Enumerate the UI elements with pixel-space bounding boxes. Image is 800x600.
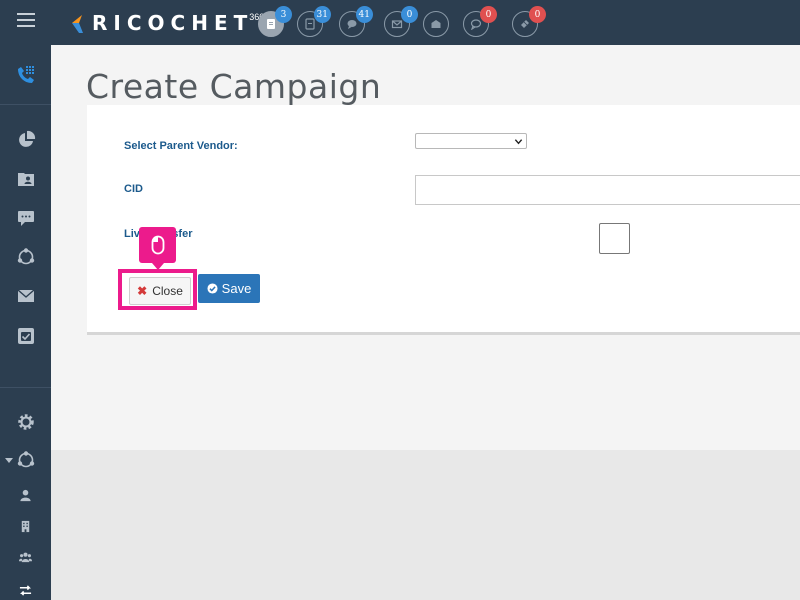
sidebar-item-tasks[interactable] <box>0 321 51 351</box>
close-button-label: Close <box>152 284 183 298</box>
phone-grid-icon <box>17 65 34 83</box>
notification-files[interactable]: 31 <box>297 6 331 37</box>
page-title: Create Campaign <box>86 67 382 106</box>
save-button-label: Save <box>221 281 252 296</box>
user-icon <box>20 489 31 501</box>
notification-mail[interactable]: 0 <box>384 6 418 37</box>
notification-badge: 3 <box>275 6 292 23</box>
pie-chart-icon <box>18 130 35 147</box>
sidebar-item-transfers[interactable] <box>0 575 51 600</box>
campaign-form-panel: Select Parent Vendor: CID Live Transfer … <box>87 105 800 335</box>
envelope-open-icon <box>431 20 441 28</box>
sidebar-item-dialer[interactable] <box>0 45 51 105</box>
ticket-icon <box>521 20 529 28</box>
notification-tickets[interactable]: 0 <box>512 6 546 37</box>
chevron-down-icon <box>514 139 523 145</box>
notification-badge: 41 <box>355 6 373 23</box>
notification-documents[interactable]: 3 <box>258 6 292 37</box>
envelope-icon <box>391 20 403 29</box>
file-icon <box>305 18 315 30</box>
parent-vendor-label: Select Parent Vendor: <box>124 140 238 152</box>
notification-badge: 0 <box>529 6 546 23</box>
click-indicator <box>139 227 176 270</box>
notification-chats[interactable]: 41 <box>339 6 373 37</box>
contacts-icon <box>17 173 34 186</box>
app-logo[interactable]: RICOCHET 360 <box>70 10 264 36</box>
notification-badge: 31 <box>313 6 331 23</box>
check-circle-icon <box>207 283 218 294</box>
sidebar-item-mail[interactable] <box>0 281 51 311</box>
menu-icon[interactable] <box>17 13 35 29</box>
cid-label: CID <box>124 183 143 195</box>
notification-comments[interactable]: 0 <box>463 6 497 37</box>
document-icon <box>267 19 275 29</box>
parent-vendor-select[interactable] <box>415 133 527 149</box>
sidebar-item-companies[interactable] <box>0 511 51 541</box>
message-icon <box>17 211 34 226</box>
save-button[interactable]: Save <box>198 274 260 303</box>
chat-icon <box>347 20 357 29</box>
sidebar-item-groups[interactable] <box>0 542 51 572</box>
comment-icon <box>470 19 482 30</box>
logo-text: RICOCHET <box>92 11 254 35</box>
close-button[interactable]: ✖ Close <box>129 277 191 305</box>
sidebar <box>0 45 51 600</box>
sidebar-item-reports[interactable] <box>0 125 51 155</box>
sidebar-item-network[interactable] <box>0 242 51 272</box>
sidebar-item-contacts[interactable] <box>0 164 51 194</box>
gear-icon <box>17 414 34 430</box>
cid-input[interactable] <box>415 175 800 205</box>
notification-inbox[interactable] <box>423 11 449 37</box>
transfer-icon <box>19 584 32 596</box>
sidebar-item-users[interactable] <box>0 480 51 510</box>
mouse-icon <box>151 235 164 255</box>
building-icon <box>21 520 30 532</box>
sidebar-item-settings[interactable] <box>0 407 51 437</box>
network-icon <box>17 248 34 265</box>
live-transfer-checkbox[interactable] <box>599 223 630 254</box>
notification-badge: 0 <box>401 6 418 23</box>
top-navbar: RICOCHET 360 3 31 41 0 0 0 <box>0 0 800 45</box>
notification-badge: 0 <box>480 6 497 23</box>
network-icon <box>17 451 34 468</box>
logo-mark-icon <box>72 15 83 33</box>
checklist-icon <box>17 328 34 344</box>
users-icon <box>19 552 32 562</box>
close-icon: ✖ <box>137 284 148 298</box>
mail-icon <box>17 289 34 302</box>
sidebar-divider <box>0 387 51 388</box>
sidebar-item-messages[interactable] <box>0 203 51 233</box>
sidebar-item-integrations[interactable] <box>0 445 51 475</box>
